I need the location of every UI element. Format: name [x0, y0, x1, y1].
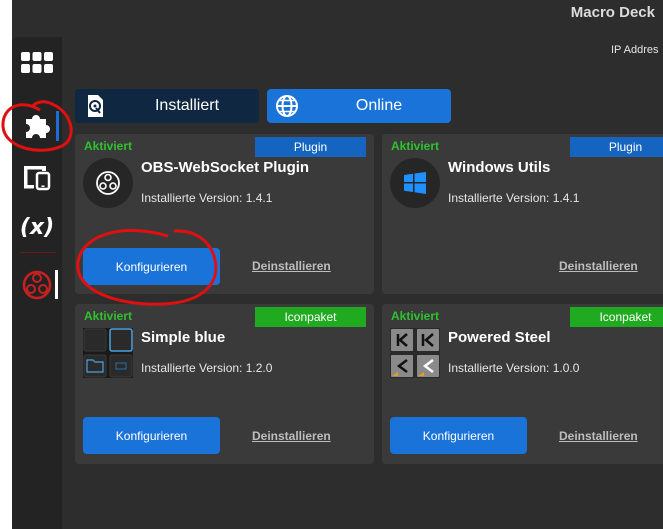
installed-version: Installierte Version: 1.2.0 [141, 361, 273, 375]
devices-icon[interactable] [20, 160, 54, 194]
status-label: Aktiviert [391, 309, 440, 323]
configure-button[interactable]: Konfigurieren [83, 417, 220, 454]
status-label: Aktiviert [391, 139, 440, 153]
obs-icon-svg [22, 270, 52, 300]
obs-logo-icon [96, 171, 120, 195]
uninstall-link[interactable]: Deinstallieren [559, 259, 638, 273]
grid-icon-svg [21, 52, 53, 73]
uninstall-link[interactable]: Deinstallieren [252, 259, 331, 273]
configure-button[interactable]: Konfigurieren [83, 248, 220, 285]
plugin-card-obs-websocket: Aktiviert Plugin OBS-WebSocket Plugin In… [75, 134, 374, 294]
ip-address-label: IP Addres [611, 44, 659, 56]
status-label: Aktiviert [84, 139, 133, 153]
left-edge [0, 0, 12, 529]
globe-icon [276, 95, 298, 117]
installed-version: Installierte Version: 1.0.0 [448, 361, 580, 375]
plugin-name: OBS-WebSocket Plugin [141, 159, 310, 176]
plugin-card-windows-utils: Aktiviert Plugin Windows Utils Installie… [382, 134, 663, 294]
status-label: Aktiviert [84, 309, 133, 323]
tab-online[interactable]: Online [267, 89, 451, 123]
puzzle-icon-svg [26, 115, 50, 138]
type-badge: Iconpaket [570, 307, 663, 327]
iconpack-preview-icon [83, 328, 133, 378]
plugin-name: Powered Steel [448, 329, 551, 346]
tab-online-label: Online [355, 97, 403, 114]
uninstall-link[interactable]: Deinstallieren [252, 429, 331, 443]
powered-steel-pack-icon [390, 328, 440, 378]
active-nav-indicator [56, 111, 59, 141]
plugin-name: Simple blue [141, 329, 226, 346]
nav-separator [20, 252, 56, 253]
type-badge: Plugin [255, 137, 366, 157]
devices-icon-svg [24, 166, 51, 191]
obs-icon[interactable] [20, 268, 54, 302]
app-title: Macro Deck [570, 4, 655, 21]
type-badge: Iconpaket [255, 307, 366, 327]
obs-nav-indicator [55, 270, 58, 299]
simple-blue-pack-icon [83, 328, 133, 378]
uninstall-link[interactable]: Deinstallieren [559, 429, 638, 443]
installed-version: Installierte Version: 1.4.1 [448, 191, 580, 205]
type-badge: Plugin [570, 137, 663, 157]
plugin-card-simple-blue: Aktiviert Iconpaket Simple blue Installi… [75, 304, 374, 464]
variables-label: (x) [19, 214, 55, 240]
configure-button[interactable]: Konfigurieren [390, 417, 527, 454]
variables-icon[interactable]: (x) [20, 210, 54, 244]
windows-logo-icon [404, 172, 426, 194]
sd-card-icon [88, 95, 103, 117]
tab-installed-label: Installiert [154, 97, 220, 114]
windows-plugin-icon [390, 158, 440, 208]
grid-icon[interactable] [20, 46, 54, 80]
puzzle-icon[interactable] [20, 108, 54, 142]
plugin-card-powered-steel: Aktiviert Iconpaket Powered Steel Instal… [382, 304, 663, 464]
plugin-name: Windows Utils [448, 159, 551, 176]
obs-plugin-icon [83, 158, 133, 208]
tab-installed[interactable]: Installiert [75, 89, 259, 123]
iconpack-preview-icon [390, 328, 440, 378]
installed-version: Installierte Version: 1.4.1 [141, 191, 273, 205]
